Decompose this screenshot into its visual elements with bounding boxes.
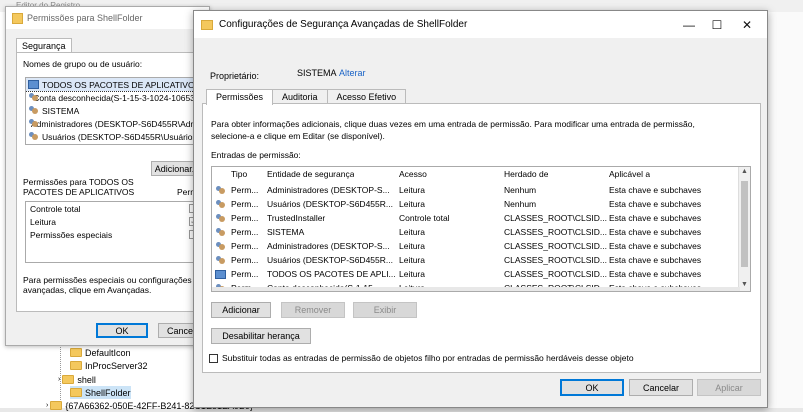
- folder-icon: [201, 19, 213, 30]
- user-group-icon: [215, 256, 226, 265]
- table-row[interactable]: Perm... SISTEMA Leitura CLASSES_ROOT\CLS…: [212, 225, 737, 239]
- owner-value: SISTEMA: [297, 68, 337, 78]
- users-list[interactable]: TODOS OS PACOTES DE APLICATIVOS Conta de…: [25, 77, 203, 145]
- folder-icon: [62, 375, 75, 384]
- scroll-up-icon[interactable]: ▲: [741, 168, 748, 175]
- permissions-table: Controle total Leitura ✓ Permissões espe…: [25, 201, 203, 263]
- special-permissions-note-2: avançadas, clique em Avançadas.: [23, 285, 152, 295]
- table-row[interactable]: Perm... TODOS OS PACOTES DE APLI... Leit…: [212, 267, 737, 281]
- column-type[interactable]: Tipo: [231, 169, 247, 179]
- cancel-button[interactable]: Cancelar: [629, 379, 693, 396]
- scrollbar-thumb[interactable]: [741, 181, 748, 267]
- table-row[interactable]: Perm... Usuários (DESKTOP-S6D455R... Lei…: [212, 197, 737, 211]
- column-principal[interactable]: Entidade de segurança: [267, 169, 354, 179]
- scroll-down-icon[interactable]: ▼: [741, 281, 748, 288]
- table-header: Tipo Entidade de segurança Acesso Herdad…: [212, 167, 750, 181]
- tree-connector: [60, 340, 61, 400]
- tree-item-inprocserver32[interactable]: InProcServer32: [70, 359, 148, 372]
- table-row[interactable]: Perm... Usuários (DESKTOP-S6D455R... Lei…: [212, 253, 737, 267]
- disable-inheritance-button[interactable]: Desabilitar herança: [211, 328, 311, 344]
- user-group-icon: [28, 93, 40, 102]
- user-group-icon: [28, 132, 39, 141]
- tab-security[interactable]: Segurança: [16, 38, 72, 53]
- table-row: Controle total: [26, 202, 202, 215]
- folder-icon: [70, 361, 82, 370]
- view-button[interactable]: Exibir: [353, 302, 417, 318]
- tab-effective-access[interactable]: Acesso Efetivo: [326, 89, 407, 104]
- folder-icon: [50, 401, 63, 410]
- expand-chevron-icon[interactable]: ›: [58, 376, 60, 383]
- permissions-dialog: Permissões para ShellFolder Segurança No…: [5, 6, 210, 346]
- package-icon: [215, 270, 226, 279]
- column-applies[interactable]: Aplicável a: [609, 169, 650, 179]
- change-owner-link[interactable]: Alterar: [339, 68, 366, 78]
- permissions-for-label-2: PACOTES DE APLICATIVOS: [23, 187, 135, 197]
- horizontal-scrollbar[interactable]: [212, 287, 740, 291]
- ok-button[interactable]: OK: [560, 379, 624, 396]
- user-group-icon: [215, 214, 226, 223]
- remove-button[interactable]: Remover: [281, 302, 345, 318]
- user-group-icon: [215, 228, 226, 237]
- permission-entries-list[interactable]: Tipo Entidade de segurança Acesso Herdad…: [211, 166, 751, 292]
- user-group-icon: [215, 200, 226, 209]
- apply-button[interactable]: Aplicar: [697, 379, 761, 396]
- table-row[interactable]: Perm... Administradores (DESKTOP-S... Le…: [212, 183, 737, 197]
- vertical-scrollbar[interactable]: ▲ ▼: [738, 167, 750, 291]
- table-row[interactable]: Perm... Administradores (DESKTOP-S... Le…: [212, 239, 737, 253]
- security-panel: Nomes de grupo ou de usuário: TODOS OS P…: [16, 52, 206, 312]
- add-button[interactable]: Adicionar: [211, 302, 271, 318]
- table-row[interactable]: Perm... TrustedInstaller Controle total …: [212, 211, 737, 225]
- replace-child-permissions-label: Substituir todas as entradas de permissã…: [222, 353, 634, 363]
- minimize-icon[interactable]: —: [674, 11, 704, 38]
- list-item[interactable]: Usuários (DESKTOP-S6D455R\Usuários): [26, 130, 202, 143]
- folder-icon: [12, 12, 23, 24]
- advanced-security-title: Configurações de Segurança Avançadas de …: [219, 19, 468, 30]
- folder-icon: [70, 348, 82, 357]
- table-row: Permissões especiais: [26, 228, 202, 241]
- permissions-dialog-title: Permissões para ShellFolder: [27, 13, 143, 23]
- advanced-security-titlebar[interactable]: Configurações de Segurança Avançadas de …: [194, 11, 767, 38]
- close-icon[interactable]: ✕: [732, 11, 762, 38]
- special-permissions-note-1: Para permissões especiais ou configuraçõ…: [23, 275, 192, 285]
- users-label: Nomes de grupo ou de usuário:: [23, 59, 143, 69]
- tree-item-shell[interactable]: › shell: [58, 373, 96, 386]
- maximize-icon[interactable]: ☐: [702, 11, 732, 38]
- user-group-icon: [215, 242, 226, 251]
- tab-permissions[interactable]: Permissões: [206, 89, 274, 105]
- tree-item-defaulticon[interactable]: DefaultIcon: [70, 346, 131, 359]
- ok-button[interactable]: OK: [96, 323, 148, 338]
- list-item[interactable]: TODOS OS PACOTES DE APLICATIVOS: [26, 78, 202, 92]
- list-item[interactable]: SISTEMA: [26, 104, 202, 117]
- column-inherited[interactable]: Herdado de: [504, 169, 548, 179]
- package-icon: [28, 80, 39, 89]
- replace-child-permissions-checkbox[interactable]: [209, 354, 218, 363]
- permissions-for-label-1: Permissões para TODOS OS: [23, 177, 134, 187]
- column-access[interactable]: Acesso: [399, 169, 427, 179]
- list-item[interactable]: Conta desconhecida(S-1-15-3-1024-10653..…: [26, 91, 202, 104]
- advanced-security-dialog: Configurações de Segurança Avançadas de …: [193, 10, 768, 408]
- entries-label: Entradas de permissão:: [211, 150, 301, 160]
- table-row: Leitura ✓: [26, 215, 202, 228]
- registry-values-pane: [765, 12, 803, 408]
- permissions-dialog-titlebar[interactable]: Permissões para ShellFolder: [6, 7, 209, 29]
- tree-item-shellfolder[interactable]: ShellFolder: [70, 386, 131, 399]
- tabs: Permissões Auditoria Acesso Efetivo: [206, 89, 407, 105]
- user-group-icon: [215, 186, 226, 195]
- owner-label: Proprietário:: [210, 71, 260, 81]
- list-item[interactable]: Administradores (DESKTOP-S6D455R\Adm...: [26, 117, 202, 130]
- permissions-panel: Para obter informações adicionais, cliqu…: [202, 103, 761, 373]
- instructions-text: Para obter informações adicionais, cliqu…: [211, 119, 695, 141]
- folder-icon: [70, 388, 82, 397]
- user-group-icon: [28, 106, 39, 115]
- tab-auditing[interactable]: Auditoria: [272, 89, 328, 104]
